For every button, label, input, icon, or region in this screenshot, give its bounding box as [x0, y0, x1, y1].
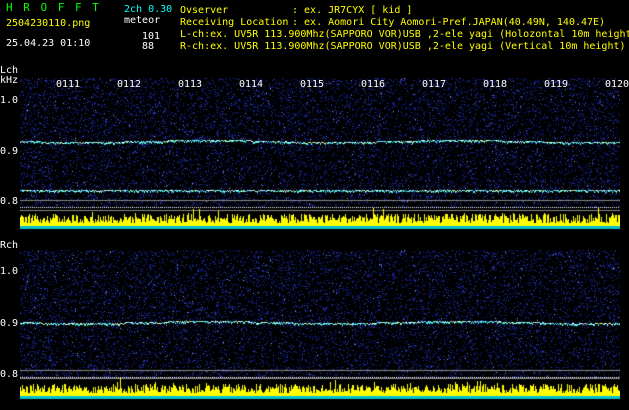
lch-time-tick: 0119: [544, 79, 569, 90]
lch-time-tick: 0116: [361, 79, 386, 90]
lch-time-tick: 0111: [56, 79, 81, 90]
lch-time-tick: 0115: [300, 79, 325, 90]
lch-time-tick: 0112: [117, 79, 142, 90]
observer-value: : ex. JR7CYX [ kid ]: [292, 5, 413, 16]
meteor-label: meteor: [124, 15, 161, 26]
meteor-count-rch: 88: [142, 41, 155, 52]
filename-label: 2504230110.png: [6, 18, 91, 29]
lch-unit-label: kHz: [0, 75, 19, 86]
lch-info: L-ch:ex. UV5R 113.900Mhz(SAPPORO VOR)USB…: [180, 29, 629, 40]
lch-spectrogram: [20, 78, 620, 230]
datetime-label: 25.04.23 01:10: [6, 38, 91, 49]
location-label: Receiving Location: [180, 17, 289, 28]
lch-ytick-1: 1.0: [0, 95, 19, 106]
rch-ytick-3: 0.8: [0, 369, 19, 380]
lch-ytick-3: 0.8: [0, 196, 19, 207]
rch-ytick-2: 0.9: [0, 318, 19, 329]
observer-label: Ovserver: [180, 5, 229, 16]
lch-time-tick: 0118: [483, 79, 508, 90]
lch-time-tick: 0117: [422, 79, 447, 90]
rch-label: Rch: [0, 240, 19, 251]
lch-time-tick: 0120: [605, 79, 629, 90]
rch-info: R-ch:ex. UV5R 113.900Mhz(SAPPORO VOR)USB…: [180, 41, 626, 52]
rch-ytick-1: 1.0: [0, 266, 19, 277]
lch-time-tick: 0114: [239, 79, 264, 90]
location-value: : ex. Aomori City Aomori-Pref.JAPAN(40.4…: [292, 17, 606, 28]
lch-ytick-2: 0.9: [0, 146, 19, 157]
app-title: H R O F F T: [6, 1, 101, 14]
rch-spectrogram: [20, 250, 620, 400]
lch-time-tick: 0113: [178, 79, 203, 90]
